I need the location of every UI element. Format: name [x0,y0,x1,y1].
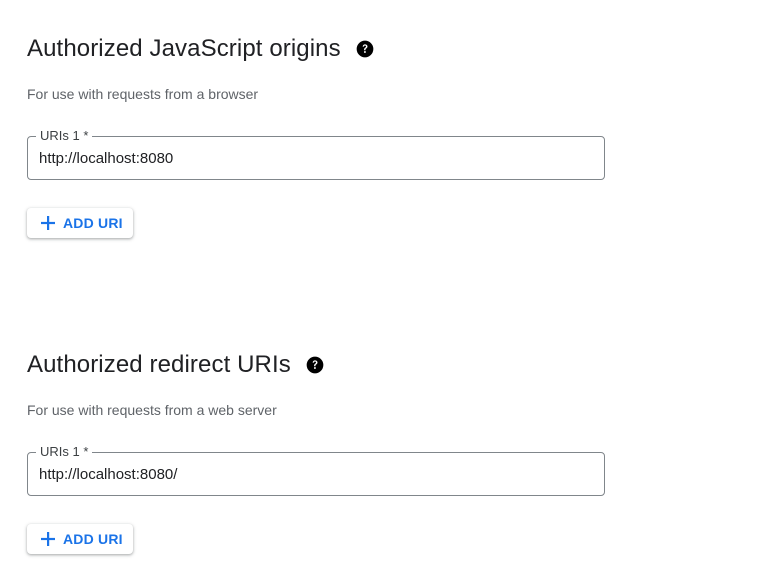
javascript-origins-description: For use with requests from a browser [27,86,259,102]
javascript-origin-uri-field[interactable]: URIs 1 * [27,128,605,180]
add-uri-label: ADD URI [63,215,123,231]
help-circle-icon[interactable] [355,39,375,59]
javascript-origins-title: Authorized JavaScript origins [27,35,341,62]
redirect-uri-input[interactable] [39,453,592,495]
redirect-uris-description: For use with requests from a web server [27,402,277,418]
plus-icon [39,530,57,548]
javascript-origins-header: Authorized JavaScript origins [27,30,627,68]
redirect-uri-field[interactable]: URIs 1 * [27,444,605,496]
plus-icon [39,214,57,232]
javascript-origins-section: Authorized JavaScript origins For use wi… [27,30,627,238]
redirect-uris-title: Authorized redirect URIs [27,351,291,378]
add-javascript-origin-uri-button[interactable]: ADD URI [27,208,133,238]
redirect-uris-header: Authorized redirect URIs [27,346,627,384]
add-redirect-uri-button[interactable]: ADD URI [27,524,133,554]
help-circle-icon[interactable] [305,355,325,375]
redirect-uris-section: Authorized redirect URIs For use with re… [27,346,627,554]
javascript-origin-uri-input[interactable] [39,137,592,179]
add-uri-label: ADD URI [63,531,123,547]
